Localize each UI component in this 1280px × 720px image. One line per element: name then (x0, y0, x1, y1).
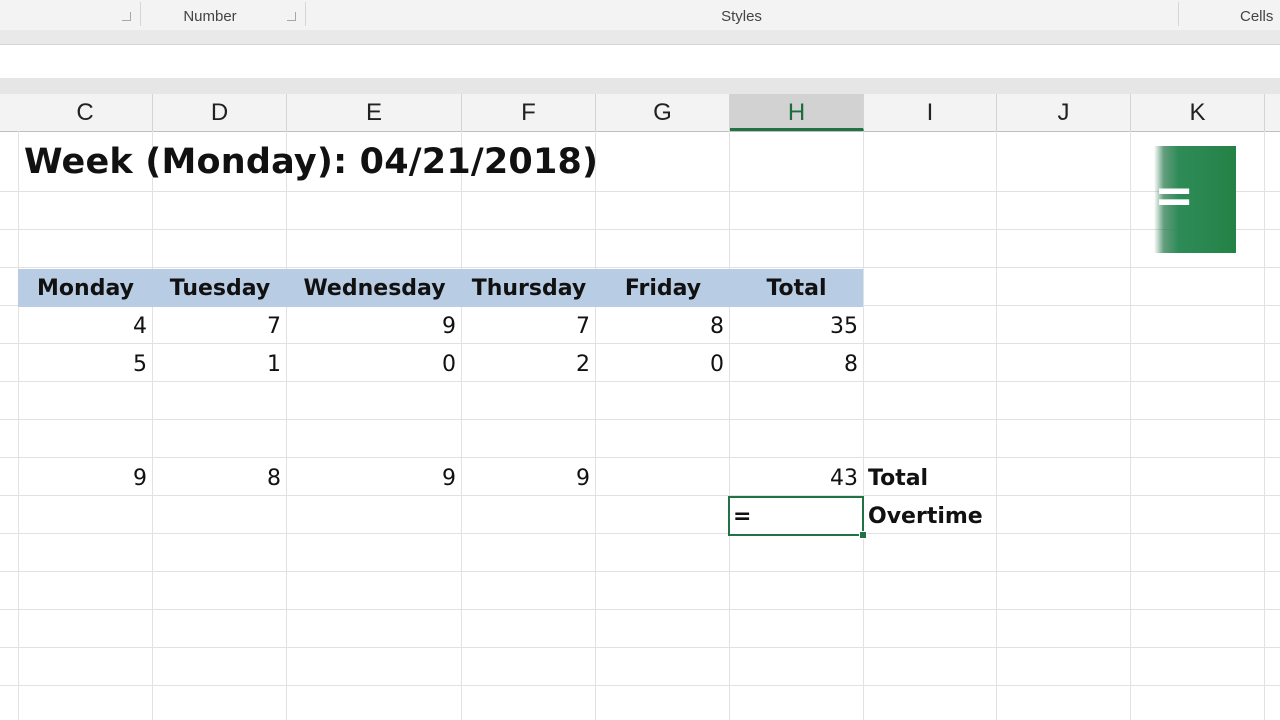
header-cell-thursday[interactable]: Thursday (462, 269, 596, 307)
grid-line (461, 131, 462, 720)
header-cell-total[interactable]: Total (730, 269, 863, 307)
table-cell[interactable]: 35 (730, 307, 864, 345)
column-headers: C D E F G H I J K (0, 94, 1280, 132)
sheet-title: Week (Monday): 04/21/2018) (24, 142, 599, 182)
summary-cell[interactable]: 9 (18, 459, 153, 497)
grid-line (0, 533, 1280, 534)
grid-line (0, 229, 1280, 230)
summary-cell[interactable]: 9 (462, 459, 596, 497)
ribbon-group-number: Number (183, 8, 237, 25)
ribbon-separator (1178, 2, 1179, 26)
table-cell[interactable]: 8 (730, 345, 864, 383)
header-cell-wednesday[interactable]: Wednesday (287, 269, 462, 307)
total-label[interactable]: Total (864, 459, 997, 497)
column-header-e[interactable]: E (287, 94, 462, 131)
grid-line (996, 131, 997, 720)
grid-line (0, 191, 1280, 192)
column-header-c[interactable]: C (18, 94, 153, 131)
summary-cell[interactable]: 9 (287, 459, 462, 497)
grid-line (18, 131, 19, 720)
grid-line (1264, 131, 1265, 720)
grid-line (152, 131, 153, 720)
header-cell-friday[interactable]: Friday (596, 269, 730, 307)
grid-line (0, 685, 1280, 686)
column-header-h[interactable]: H (730, 94, 864, 131)
sheet-gap (0, 78, 1280, 94)
summary-cell[interactable]: 8 (153, 459, 287, 497)
grid-line (863, 131, 864, 720)
overtime-label[interactable]: Overtime (864, 497, 1004, 535)
column-header-f[interactable]: F (462, 94, 596, 131)
header-cell-monday[interactable]: Monday (18, 269, 153, 307)
grid-line (729, 131, 730, 720)
equals-icon: = (1154, 168, 1195, 224)
equals-sign-badge: = (1154, 146, 1236, 253)
table-cell[interactable]: 4 (18, 307, 153, 345)
table-cell[interactable]: 9 (287, 307, 462, 345)
grid-line (0, 419, 1280, 420)
grid-line (1130, 131, 1131, 720)
summary-cell-total[interactable]: 43 (730, 459, 864, 497)
header-cell-tuesday[interactable]: Tuesday (153, 269, 287, 307)
table-cell[interactable]: 5 (18, 345, 153, 383)
formula-bar[interactable] (0, 45, 1280, 79)
grid-line (0, 267, 1280, 268)
table-cell[interactable]: 1 (153, 345, 287, 383)
table-cell[interactable]: 8 (596, 307, 730, 345)
ribbon-group-labels: Number Styles Cells (0, 0, 1280, 31)
grid-line (0, 609, 1280, 610)
grid-line (595, 131, 596, 720)
column-header-i[interactable]: I (864, 94, 997, 131)
active-cell[interactable]: = (728, 496, 864, 536)
ribbon-group-styles: Styles (721, 8, 762, 25)
alignment-dialog-launcher-icon[interactable] (122, 12, 131, 21)
table-cell[interactable]: 0 (596, 345, 730, 383)
worksheet-grid[interactable] (0, 131, 1280, 720)
column-header-k[interactable]: K (1131, 94, 1265, 131)
ribbon-collapse-strip (0, 30, 1280, 45)
grid-line (0, 571, 1280, 572)
grid-line (0, 647, 1280, 648)
table-cell[interactable]: 7 (153, 307, 287, 345)
grid-line (0, 457, 1280, 458)
table-cell[interactable]: 0 (287, 345, 462, 383)
column-header-d[interactable]: D (153, 94, 287, 131)
grid-line (286, 131, 287, 720)
table-cell[interactable]: 7 (462, 307, 596, 345)
number-dialog-launcher-icon[interactable] (287, 12, 296, 21)
column-header-g[interactable]: G (596, 94, 730, 131)
ribbon-group-cells: Cells (1240, 8, 1274, 25)
column-header-j[interactable]: J (997, 94, 1131, 131)
table-cell[interactable]: 2 (462, 345, 596, 383)
